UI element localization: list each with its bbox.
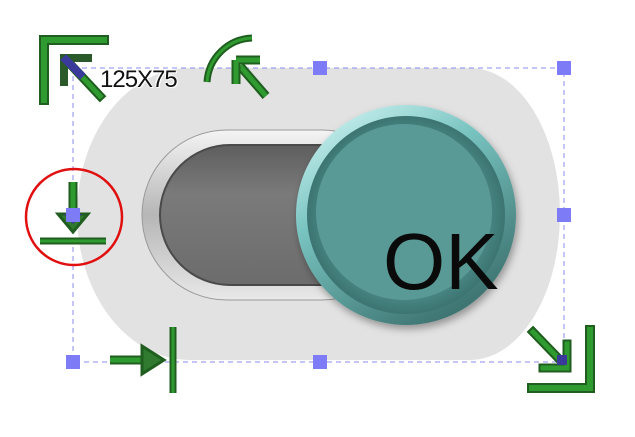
- toggle-state-label: OK: [383, 217, 499, 306]
- resize-bottom-right-icon[interactable]: [526, 325, 595, 393]
- handle-bottom-center[interactable]: [313, 355, 327, 369]
- resize-top-left-icon[interactable]: [39, 35, 109, 105]
- handle-top-right[interactable]: [557, 61, 571, 75]
- handle-bottom-left[interactable]: [66, 355, 80, 369]
- handle-top-center[interactable]: [313, 61, 327, 75]
- handle-middle-right[interactable]: [557, 208, 571, 222]
- selection-size-label: 125X75: [100, 66, 178, 93]
- handle-middle-left[interactable]: [66, 208, 80, 222]
